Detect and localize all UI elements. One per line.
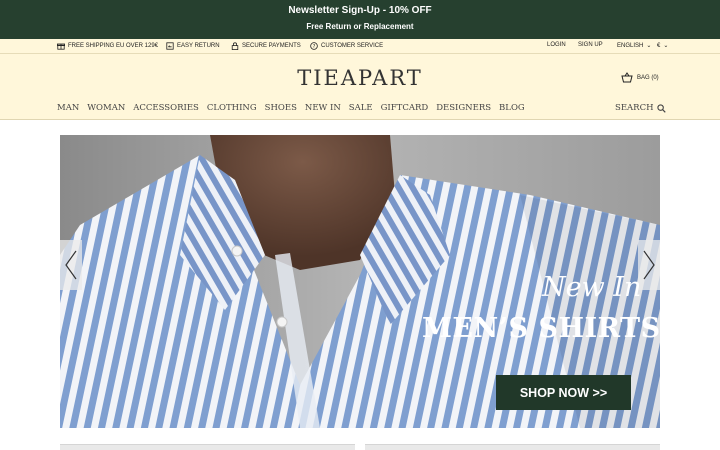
currency-label: €: [657, 42, 661, 49]
nav-item-man[interactable]: MAN: [57, 103, 79, 113]
nav-item-giftcard[interactable]: GIFTCARD: [381, 103, 429, 113]
lock-icon: [231, 42, 239, 50]
newsletter-promo-bar[interactable]: Newsletter Sign-Up - 10% OFF Free Return…: [0, 0, 720, 39]
bag-button[interactable]: BAG (0): [621, 72, 659, 83]
login-link[interactable]: LOGIN: [547, 42, 566, 48]
nav-item-designers[interactable]: DESIGNERS: [436, 103, 491, 113]
promo-tile[interactable]: [60, 444, 355, 450]
site-header: TIEAPART BAG (0) MAN WOMAN ACCESSORIES C…: [0, 54, 720, 120]
utility-customer-service[interactable]: ? CUSTOMER SERVICE: [310, 42, 383, 50]
chevron-left-icon: [65, 250, 77, 280]
nav-item-sale[interactable]: SALE: [349, 103, 373, 113]
utility-secure-payments-label: SECURE PAYMENTS: [242, 43, 301, 49]
utility-free-shipping-label: FREE SHIPPING EU OVER 129€: [68, 43, 159, 49]
nav-item-woman[interactable]: WOMAN: [87, 103, 125, 113]
slider-prev-button[interactable]: [60, 240, 82, 290]
main-nav: MAN WOMAN ACCESSORIES CLOTHING SHOES NEW…: [57, 103, 525, 113]
nav-item-accessories[interactable]: ACCESSORIES: [133, 103, 199, 113]
basket-icon: [621, 72, 633, 83]
promo-headline[interactable]: Newsletter Sign-Up - 10% OFF: [0, 5, 720, 16]
nav-item-new-in[interactable]: NEW IN: [305, 103, 341, 113]
language-selector[interactable]: ENGLISH ⌄: [617, 42, 652, 50]
chevron-down-icon: ⌄: [663, 43, 669, 49]
utility-customer-service-label[interactable]: CUSTOMER SERVICE: [321, 43, 383, 49]
search-icon: [657, 103, 667, 113]
utility-easy-return: EASY RETURN: [166, 42, 220, 50]
nav-item-blog[interactable]: BLOG: [499, 103, 525, 113]
utility-bar: FREE SHIPPING EU OVER 129€ EASY RETURN S…: [0, 39, 720, 54]
search-label: SEARCH: [615, 103, 654, 113]
language-label: ENGLISH: [617, 42, 644, 49]
chevron-right-icon: [643, 250, 655, 280]
hero-caption-mens-shirts: MEN’S SHIRTS: [422, 313, 660, 344]
chevron-down-icon: ⌄: [646, 43, 652, 49]
utility-easy-return-label: EASY RETURN: [177, 43, 220, 49]
signup-link[interactable]: SIGN UP: [578, 42, 603, 48]
promo-tile[interactable]: [365, 444, 660, 450]
utility-secure-payments: SECURE PAYMENTS: [231, 42, 301, 50]
site-logo[interactable]: TIEAPART: [0, 66, 720, 90]
shop-now-button[interactable]: SHOP NOW >>: [496, 375, 631, 410]
gift-icon: [57, 43, 65, 50]
utility-free-shipping: FREE SHIPPING EU OVER 129€: [57, 42, 158, 50]
question-icon: ?: [310, 42, 318, 50]
promo-subline: Free Return or Replacement: [306, 22, 414, 31]
bag-label: BAG (0): [637, 74, 659, 81]
nav-item-clothing[interactable]: CLOTHING: [207, 103, 257, 113]
search-button[interactable]: SEARCH: [615, 103, 667, 113]
return-icon: [166, 42, 174, 50]
currency-selector[interactable]: € ⌄: [657, 42, 669, 50]
nav-item-shoes[interactable]: SHOES: [265, 103, 297, 113]
hero-caption-new-in: New In: [542, 272, 642, 303]
hero-slider[interactable]: New In MEN’S SHIRTS SHOP NOW >>: [60, 135, 660, 428]
